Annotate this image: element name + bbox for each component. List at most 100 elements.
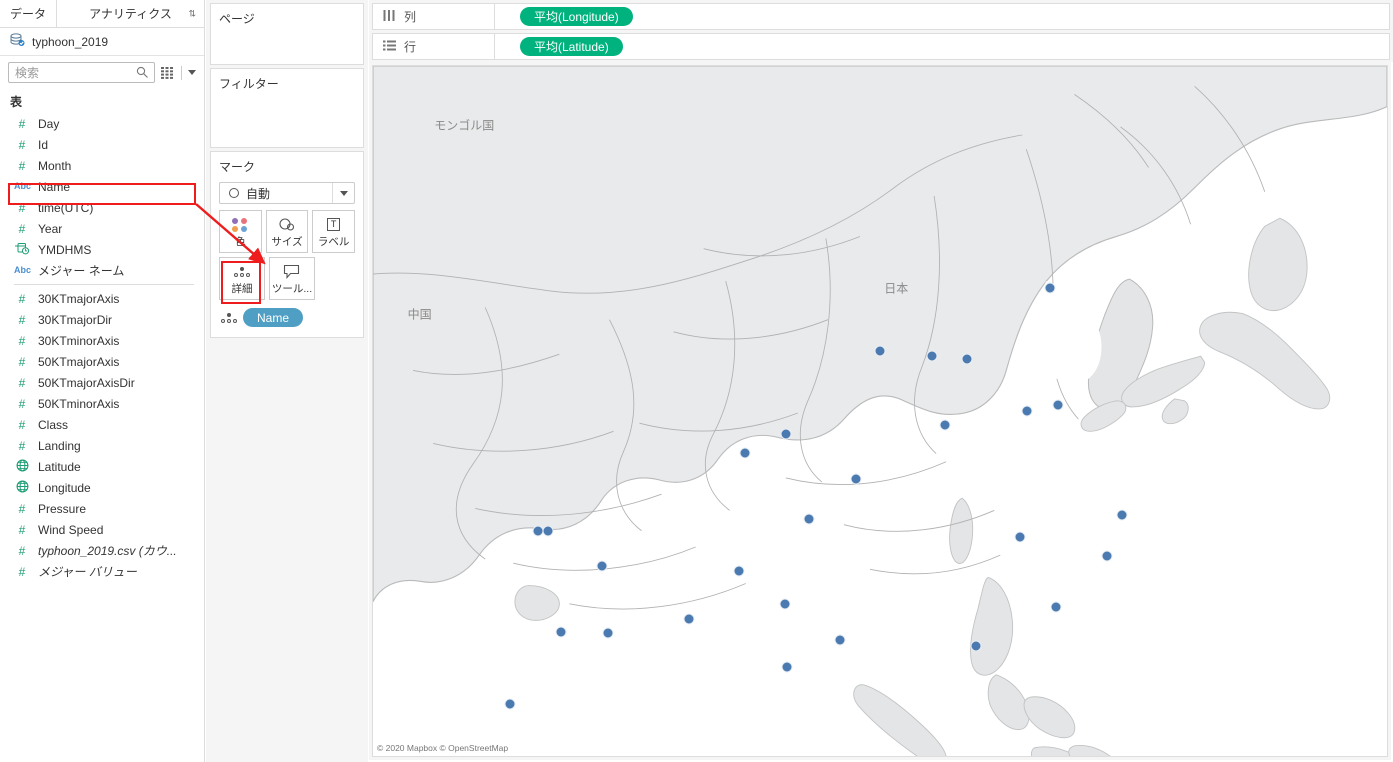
hash-icon: #	[18, 438, 26, 453]
map-mark[interactable]	[1014, 531, 1026, 543]
marks-label-button[interactable]: T ラベル	[312, 210, 356, 253]
marks-tooltip-button[interactable]: ツール...	[269, 257, 315, 300]
map-mark[interactable]	[739, 447, 751, 459]
rows-icon	[383, 40, 396, 54]
field-row[interactable]: Latitude	[0, 456, 204, 477]
field-row[interactable]: #50KTmajorAxisDir	[0, 372, 204, 393]
field-row[interactable]: #30KTminorAxis	[0, 330, 204, 351]
marks-color-label: 色	[235, 235, 246, 248]
hash-icon: #	[18, 501, 26, 516]
field-row[interactable]: # Landing	[0, 435, 204, 456]
rows-shelf[interactable]: 行 平均(Latitude)	[372, 33, 1390, 60]
marks-label-label: ラベル	[317, 235, 350, 248]
map-mark[interactable]	[1050, 601, 1062, 613]
tab-data-label: データ	[10, 7, 47, 21]
field-row[interactable]: #30KTmajorDir	[0, 309, 204, 330]
columns-shelf[interactable]: 列 平均(Longitude)	[372, 3, 1390, 30]
mark-type-dropdown-arrow[interactable]	[332, 183, 354, 203]
chevron-down-icon[interactable]	[188, 70, 196, 75]
hash-icon: #	[18, 312, 26, 327]
field-label: Day	[38, 116, 60, 131]
field-row[interactable]: # Year	[0, 218, 204, 239]
marks-size-button[interactable]: サイズ	[265, 210, 309, 253]
map-mark[interactable]	[874, 345, 886, 357]
field-label: 30KTmajorAxis	[38, 291, 120, 306]
field-row[interactable]: #50KTmajorAxis	[0, 351, 204, 372]
sort-updown-icon[interactable]: ⇅	[188, 9, 196, 18]
map-mark[interactable]	[850, 473, 862, 485]
field-row[interactable]: # typhoon_2019.csv (カウ...	[0, 540, 204, 561]
map-mark[interactable]	[504, 698, 516, 710]
map-mark[interactable]	[683, 613, 695, 625]
map-canvas[interactable]: モンゴル国 中国 日本 © 2020 Mapbox © OpenStreetMap	[372, 65, 1388, 757]
field-row[interactable]: Abc Name	[0, 176, 204, 197]
map-mark[interactable]	[555, 626, 567, 638]
map-mark[interactable]	[602, 627, 614, 639]
toolbar-divider	[181, 65, 182, 80]
field-row[interactable]: # メジャー バリュー	[0, 561, 204, 582]
pages-card-title: ページ	[219, 12, 255, 26]
map-mark[interactable]	[1044, 282, 1056, 294]
color-icon	[232, 216, 248, 234]
grid-view-icon[interactable]	[161, 66, 175, 79]
map-mark[interactable]	[970, 640, 982, 652]
rows-shelf-content[interactable]: 平均(Latitude)	[495, 37, 623, 56]
mark-type-select[interactable]: 自動	[219, 182, 355, 204]
map-mark[interactable]	[733, 565, 745, 577]
map-mark[interactable]	[926, 350, 938, 362]
hash-icon: #	[18, 200, 26, 215]
field-row[interactable]: # time(UTC)	[0, 197, 204, 218]
tab-analytics[interactable]: アナリティクス ⇅	[57, 0, 204, 27]
pane-tab-bar: データ アナリティクス ⇅	[0, 0, 204, 28]
field-row[interactable]: #50KTminorAxis	[0, 393, 204, 414]
map-mark[interactable]	[803, 513, 815, 525]
map-mark[interactable]	[1101, 550, 1113, 562]
map-mark[interactable]	[834, 634, 846, 646]
filters-card[interactable]: フィルター	[210, 68, 364, 148]
marks-detail-button[interactable]: 詳細	[219, 257, 265, 300]
map-mark[interactable]	[781, 661, 793, 673]
map-mark[interactable]	[1116, 509, 1128, 521]
field-row[interactable]: #30KTmajorAxis	[0, 288, 204, 309]
marks-color-button[interactable]: 色	[219, 210, 262, 253]
calendar-clock-icon	[14, 242, 30, 257]
map-mark[interactable]	[780, 428, 792, 440]
map-mark[interactable]	[542, 525, 554, 537]
field-label: typhoon_2019.csv (カウ...	[38, 544, 177, 558]
field-label: YMDHMS	[38, 242, 92, 257]
datasource-row[interactable]: typhoon_2019	[0, 28, 204, 56]
field-row[interactable]: # Day	[0, 113, 204, 134]
map-place-label: 日本	[884, 281, 909, 296]
search-row	[0, 56, 204, 89]
map-mark[interactable]	[939, 419, 951, 431]
label-icon: T	[327, 216, 341, 234]
search-box[interactable]	[8, 62, 155, 83]
map-place-label: 中国	[407, 307, 432, 322]
field-row[interactable]: # Pressure	[0, 498, 204, 519]
hash-icon: #	[18, 417, 26, 432]
map-mark[interactable]	[1021, 405, 1033, 417]
field-row[interactable]: Abc メジャー ネーム	[0, 260, 204, 281]
map-mark[interactable]	[961, 353, 973, 365]
pill-avg-latitude[interactable]: 平均(Latitude)	[520, 37, 623, 56]
map-mark[interactable]	[596, 560, 608, 572]
map-mark[interactable]	[1052, 399, 1064, 411]
search-input[interactable]	[9, 63, 154, 82]
field-label: Year	[38, 221, 63, 236]
columns-shelf-label: 列	[404, 10, 417, 24]
pages-card[interactable]: ページ	[210, 3, 364, 65]
tab-data[interactable]: データ	[0, 0, 58, 27]
pill-name[interactable]: Name	[243, 308, 304, 327]
abc-icon: Abc	[14, 181, 32, 191]
map-mark[interactable]	[779, 598, 791, 609]
columns-shelf-content[interactable]: 平均(Longitude)	[495, 7, 633, 26]
pill-avg-longitude[interactable]: 平均(Longitude)	[520, 7, 633, 26]
field-row[interactable]: Longitude	[0, 477, 204, 498]
field-row[interactable]: # Wind Speed	[0, 519, 204, 540]
field-label: Id	[38, 137, 49, 152]
field-row[interactable]: # Class	[0, 414, 204, 435]
field-row[interactable]: # Id	[0, 134, 204, 155]
map-basemap	[373, 66, 1387, 756]
field-row[interactable]: YMDHMS	[0, 239, 204, 260]
field-row[interactable]: # Month	[0, 155, 204, 176]
